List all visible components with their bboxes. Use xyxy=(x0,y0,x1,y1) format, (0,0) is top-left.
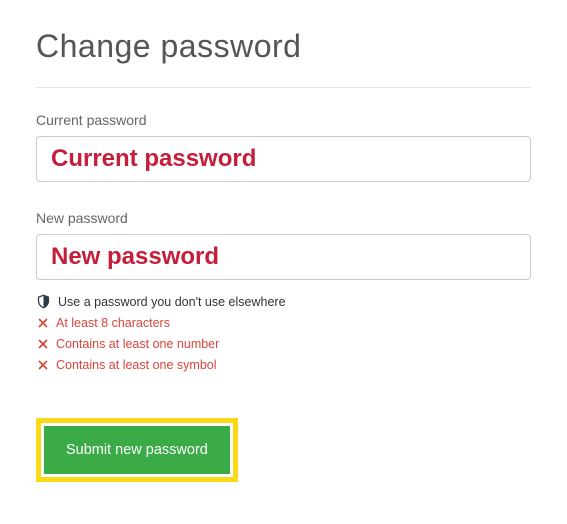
x-icon xyxy=(36,359,49,372)
current-password-input[interactable] xyxy=(36,136,531,182)
validation-rule-text: At least 8 characters xyxy=(56,316,170,330)
validation-info-text: Use a password you don't use elsewhere xyxy=(58,295,286,309)
current-password-label: Current password xyxy=(36,112,531,128)
validation-rule-text: Contains at least one number xyxy=(56,337,219,351)
validation-info: Use a password you don't use elsewhere xyxy=(36,294,531,309)
validation-rule-text: Contains at least one symbol xyxy=(56,358,217,372)
x-icon xyxy=(36,317,49,330)
divider xyxy=(36,87,531,88)
validation-rule: Contains at least one symbol xyxy=(36,358,531,372)
shield-icon xyxy=(36,294,51,309)
validation-rule: Contains at least one number xyxy=(36,337,531,351)
submit-button[interactable]: Submit new password xyxy=(44,426,230,474)
validation-list: Use a password you don't use elsewhere A… xyxy=(36,294,531,372)
page-title: Change password xyxy=(36,28,531,65)
new-password-input[interactable] xyxy=(36,234,531,280)
submit-highlight: Submit new password xyxy=(36,418,238,482)
new-password-label: New password xyxy=(36,210,531,226)
validation-rule: At least 8 characters xyxy=(36,316,531,330)
x-icon xyxy=(36,338,49,351)
current-password-group: Current password xyxy=(36,112,531,182)
new-password-group: New password Use a password you don't us… xyxy=(36,210,531,372)
